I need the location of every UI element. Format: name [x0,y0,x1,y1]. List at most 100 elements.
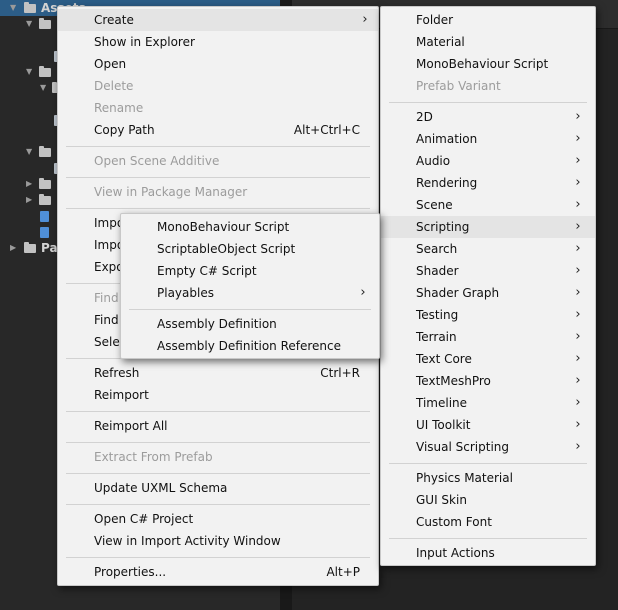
menu-item-label: Animation [416,132,478,146]
menu-item-monobehaviour-script[interactable]: MonoBehaviour Script [381,53,595,75]
menu-item-label: Open [94,57,127,71]
menu-item-copy-path[interactable]: Copy Path Alt+Ctrl+C [58,119,378,141]
menu-item-reimport-all[interactable]: Reimport All [58,415,378,437]
menu-item-empty-csharp-script[interactable]: Empty C# Script [121,260,379,282]
menu-item-monobehaviour-script[interactable]: MonoBehaviour Script [121,216,379,238]
chevron-right-icon: › [575,153,581,168]
menu-item-reimport[interactable]: Reimport [58,384,378,406]
menu-item-label: Delete [94,79,134,93]
menu-item-open-csharp-project[interactable]: Open C# Project [58,508,378,530]
menu-item-label: Assembly Definition Reference [157,339,342,353]
menu-item-label: Visual Scripting [416,440,509,454]
menu-item-label: TextMeshPro [416,374,491,388]
menu-item-audio[interactable]: Audio › [381,150,595,172]
folder-icon [24,242,36,253]
chevron-right-icon: › [575,373,581,388]
menu-item-label: Scripting [416,220,470,234]
menu-item-label: Refresh [94,366,140,380]
menu-item-label: Show in Explorer [94,35,195,49]
menu-item-gui-skin[interactable]: GUI Skin [381,489,595,511]
menu-separator [389,538,587,539]
menu-item-label: Find [94,291,119,305]
menu-item-input-actions[interactable]: Input Actions [381,542,595,564]
expand-arrow-icon[interactable]: ▼ [26,16,32,32]
menu-item-label: Open Scene Additive [94,154,220,168]
expand-arrow-icon[interactable]: ▼ [26,144,32,160]
chevron-right-icon: › [575,307,581,322]
menu-separator [66,146,370,147]
prefab-icon [40,211,49,222]
menu-item-label: Shader [416,264,459,278]
folder-icon [39,18,51,29]
menu-separator [66,557,370,558]
menu-item-label: ScriptableObject Script [157,242,296,256]
menu-item-shortcut: Alt+P [326,565,360,579]
menu-item-label: Prefab Variant [416,79,501,93]
menu-item-physics-material[interactable]: Physics Material [381,467,595,489]
context-menu-create: Folder Material MonoBehaviour Script Pre… [380,6,596,566]
menu-item-label: Custom Font [416,515,492,529]
menu-item-animation[interactable]: Animation › [381,128,595,150]
menu-item-rendering[interactable]: Rendering › [381,172,595,194]
menu-item-timeline[interactable]: Timeline › [381,392,595,414]
menu-item-search[interactable]: Search › [381,238,595,260]
menu-item-text-core[interactable]: Text Core › [381,348,595,370]
menu-item-label: MonoBehaviour Script [157,220,290,234]
menu-item-ui-toolkit[interactable]: UI Toolkit › [381,414,595,436]
collapse-arrow-icon[interactable]: ▶ [26,192,32,208]
menu-item-folder[interactable]: Folder [381,9,595,31]
expand-arrow-icon[interactable]: ▼ [26,64,32,80]
menu-item-show-in-explorer[interactable]: Show in Explorer [58,31,378,53]
menu-item-textmeshpro[interactable]: TextMeshPro › [381,370,595,392]
folder-icon [39,178,51,189]
expand-arrow-icon[interactable]: ▼ [40,80,46,96]
menu-item-prefab-variant: Prefab Variant [381,75,595,97]
menu-item-label: Physics Material [416,471,513,485]
menu-item-update-uxml-schema[interactable]: Update UXML Schema [58,477,378,499]
menu-item-delete: Delete [58,75,378,97]
menu-item-material[interactable]: Material [381,31,595,53]
menu-item-properties[interactable]: Properties... Alt+P [58,561,378,583]
chevron-right-icon: › [575,263,581,278]
folder-icon [39,146,51,157]
expand-arrow-icon[interactable]: ▼ [10,0,16,16]
menu-item-scripting[interactable]: Scripting › [381,216,595,238]
menu-item-refresh[interactable]: Refresh Ctrl+R [58,362,378,384]
menu-item-label: Terrain [416,330,457,344]
menu-item-label: Input Actions [416,546,495,560]
menu-item-testing[interactable]: Testing › [381,304,595,326]
menu-item-shader[interactable]: Shader › [381,260,595,282]
menu-item-2d[interactable]: 2D › [381,106,595,128]
menu-item-scriptableobject-script[interactable]: ScriptableObject Script [121,238,379,260]
folder-icon [24,2,36,13]
menu-item-view-in-import-activity[interactable]: View in Import Activity Window [58,530,378,552]
menu-item-shader-graph[interactable]: Shader Graph › [381,282,595,304]
menu-item-create[interactable]: Create › [58,9,378,31]
chevron-right-icon: › [575,109,581,124]
menu-item-custom-font[interactable]: Custom Font [381,511,595,533]
collapse-arrow-icon[interactable]: ▶ [10,240,16,256]
menu-item-view-in-package-manager: View in Package Manager [58,181,378,203]
menu-item-assembly-definition[interactable]: Assembly Definition [121,313,379,335]
menu-item-label: GUI Skin [416,493,467,507]
menu-item-assembly-definition-reference[interactable]: Assembly Definition Reference [121,335,379,357]
menu-item-label: Rename [94,101,144,115]
menu-separator [389,102,587,103]
menu-item-scene[interactable]: Scene › [381,194,595,216]
menu-item-visual-scripting[interactable]: Visual Scripting › [381,436,595,458]
menu-item-label: Audio [416,154,451,168]
menu-item-terrain[interactable]: Terrain › [381,326,595,348]
menu-item-label: Scene [416,198,453,212]
menu-item-playables[interactable]: Playables › [121,282,379,304]
menu-item-label: View in Import Activity Window [94,534,281,548]
menu-item-shortcut: Alt+Ctrl+C [293,123,360,137]
menu-item-label: Find [94,313,119,327]
menu-separator [389,463,587,464]
menu-item-open[interactable]: Open [58,53,378,75]
menu-separator [129,309,371,310]
chevron-right-icon: › [575,241,581,256]
collapse-arrow-icon[interactable]: ▶ [26,176,32,192]
menu-item-label: View in Package Manager [94,185,248,199]
menu-item-label: 2D [416,110,433,124]
menu-item-label: Playables [157,286,214,300]
